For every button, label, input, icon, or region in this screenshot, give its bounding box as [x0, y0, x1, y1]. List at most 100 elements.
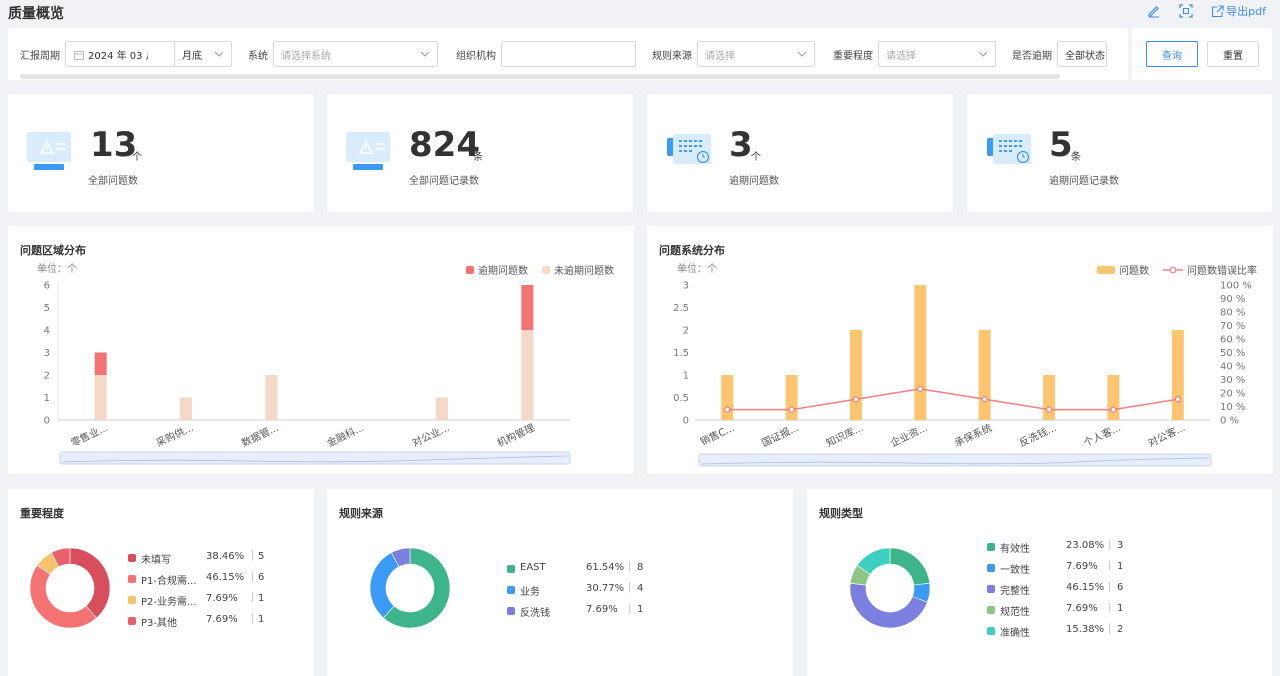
legend-count: 8: [637, 562, 644, 573]
y2-tick-label: 90 %: [1220, 294, 1245, 305]
legend-name: 未填写: [141, 555, 171, 566]
legend-row[interactable]: 反洗钱 7.69% | 1: [507, 602, 687, 623]
legend-count: 1: [258, 593, 265, 604]
legend-row[interactable]: 有效性 23.08% | 3: [987, 538, 1167, 559]
legend-percent: 38.46%: [206, 551, 245, 562]
stat-label: 逾期问题记录数: [1049, 176, 1119, 187]
bar-issue-count: [914, 285, 927, 420]
bar-issue-count: [1107, 375, 1120, 420]
legend-separator: |: [1108, 623, 1112, 634]
legend-row[interactable]: 准确性 15.38% | 2: [987, 622, 1167, 643]
system-label: 系统: [248, 50, 268, 62]
legend-row[interactable]: 未填写 38.46% | 5: [128, 549, 308, 570]
y-tick-label: 0: [683, 416, 689, 427]
y2-tick-label: 30 %: [1220, 375, 1245, 386]
y-tick-label: 4: [44, 326, 50, 337]
overdue-select[interactable]: 全部状态: [1057, 41, 1107, 67]
legend-row[interactable]: P1-合规需... 46.15% | 6: [128, 570, 308, 591]
legend-separator: |: [628, 561, 632, 572]
rule-source-select[interactable]: 请选择: [697, 41, 815, 67]
warning-monitor-icon: [27, 132, 71, 170]
legend-percent: 46.15%: [206, 572, 245, 583]
chart-title: 规则类型: [819, 507, 863, 520]
stat-unit: 个: [132, 152, 142, 163]
x-tick-label: 销售C...: [698, 421, 737, 448]
legend-percent: 7.69%: [1066, 561, 1098, 572]
legend-name: EAST: [520, 562, 546, 573]
error-rate-point: [1110, 406, 1117, 413]
legend-percent: 7.69%: [206, 614, 238, 625]
legend-dot: [987, 564, 995, 572]
chevron-down-icon: [797, 51, 807, 57]
y2-tick-label: 20 %: [1220, 389, 1245, 400]
filter-bar: 汇报周期 2024 年 03 月 月底 系统 请选择系统 组织机构 规则来源 请…: [8, 28, 1128, 80]
org-input[interactable]: [501, 41, 636, 67]
page-header: 质量概览 导出pdf: [0, 0, 1280, 26]
bar-not-overdue: [436, 397, 448, 420]
export-pdf-label: 导出pdf: [1226, 5, 1266, 18]
legend-percent: 23.08%: [1066, 540, 1105, 551]
stat-card-total-records: 824 条 全部问题记录数: [327, 94, 633, 212]
legend-row[interactable]: EAST 61.54% | 8: [507, 560, 687, 581]
region-chart-card: 问题区域分布 单位：个 逾期问题数 未逾期问题数 0 1 2 3 4 5 6 零售业... 采购…: [8, 226, 634, 474]
chevron-down-icon: [978, 51, 988, 57]
period-date-picker[interactable]: 2024 年 03 月: [65, 41, 175, 67]
query-button[interactable]: 查询: [1146, 41, 1198, 67]
fullscreen-icon[interactable]: [1179, 4, 1193, 18]
action-box: 查询 重置: [1132, 28, 1272, 80]
error-rate-point: [852, 396, 860, 403]
legend-separator: |: [251, 571, 255, 582]
y-tick-label: 2: [683, 326, 689, 337]
legend-separator: |: [251, 550, 255, 561]
legend-count: 1: [258, 614, 265, 625]
period-frequency-select[interactable]: 月底: [174, 41, 232, 67]
export-pdf-button[interactable]: 导出pdf: [1211, 3, 1266, 19]
calendar-icon: [74, 51, 84, 60]
y-tick-label: 1: [44, 393, 50, 404]
error-rate-point: [724, 406, 731, 413]
x-tick-label: 机构管理: [495, 421, 537, 450]
legend-row[interactable]: 业务 30.77% | 4: [507, 581, 687, 602]
bar-issue-count: [785, 375, 798, 420]
reset-button[interactable]: 重置: [1207, 41, 1259, 67]
system-placeholder: 请选择系统: [281, 50, 331, 62]
system-select[interactable]: 请选择系统: [273, 41, 438, 67]
importance-select[interactable]: 请选择: [878, 41, 996, 67]
rule-source-placeholder: 请选择: [705, 50, 735, 62]
edit-icon[interactable]: [1147, 4, 1161, 18]
legend-separator: |: [628, 582, 632, 593]
y-tick-label: 1: [683, 371, 689, 382]
y2-tick-label: 50 %: [1220, 348, 1245, 359]
period-label: 汇报周期: [20, 50, 60, 62]
system-chart-card: 问题系统分布 单位：个 问题数 问题数错误比率 0 0.5 1 1.5 2 2.5 3 0 %…: [647, 226, 1273, 474]
legend-name: 业务: [520, 587, 540, 598]
x-tick-label: 国证报...: [759, 421, 800, 449]
legend-name: 一致性: [1000, 565, 1030, 576]
legend-percent: 7.69%: [1066, 603, 1098, 614]
legend-percent: 61.54%: [586, 562, 625, 573]
legend-row[interactable]: 规范性 7.69% | 1: [987, 601, 1167, 622]
filter-scrollbar[interactable]: [20, 74, 1060, 79]
legend-dot: [128, 617, 136, 625]
legend-dot: [987, 606, 995, 614]
legend-row[interactable]: P3-其他 7.69% | 1: [128, 612, 308, 633]
y-tick-label: 3: [44, 348, 50, 359]
legend-row[interactable]: 一致性 7.69% | 1: [987, 559, 1167, 580]
y-tick-label: 6: [44, 281, 50, 292]
stat-value: 824: [409, 125, 480, 165]
legend-separator: |: [1108, 602, 1112, 613]
legend-row[interactable]: 完整性 46.15% | 6: [987, 580, 1167, 601]
bar-not-overdue: [265, 375, 278, 420]
warning-monitor-icon: [346, 132, 390, 170]
legend-row[interactable]: P2-业务需... 7.69% | 1: [128, 591, 308, 612]
bar-issue-count: [849, 330, 862, 420]
x-tick-label: 企业资...: [888, 421, 929, 449]
chevron-down-icon: [214, 51, 224, 57]
importance-legend: 未填写 38.46% | 5 P1-合规需... 46.15% | 6 P2-业务需... 7.6…: [128, 549, 308, 633]
bar-issue-count: [721, 375, 734, 420]
legend-count: 6: [1117, 582, 1124, 593]
x-tick-label: 数据管...: [239, 421, 280, 449]
y2-tick-label: 100 %: [1220, 281, 1252, 292]
rule-type-legend: 有效性 23.08% | 3 一致性 7.69% | 1 完整性 46.15% | 6 规范性 7.69%…: [987, 538, 1167, 643]
y-tick-label: 0: [44, 416, 50, 427]
